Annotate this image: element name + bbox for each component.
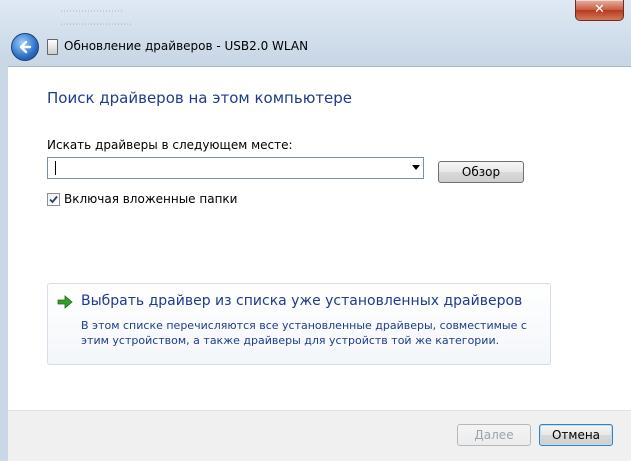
title-bar: Обновление драйверов - USB2.0 WLAN (8, 30, 631, 62)
pick-driver-description: В этом списке перечисляются все установл… (81, 319, 527, 347)
driver-update-window: ⋯⋯⋯⋯⋯⋯⋯ ⋯⋯⋯⋯⋯⋯⋯⋯ ✕ Обновление драйверов … (0, 0, 631, 461)
back-button[interactable] (11, 33, 39, 61)
search-location-input[interactable] (50, 159, 394, 179)
footer-bar: Далее Отмена (8, 410, 631, 461)
chevron-down-icon[interactable] (412, 165, 420, 170)
search-location-combobox[interactable] (47, 157, 424, 179)
content-panel: Поиск драйверов на этом компьютере Искат… (8, 66, 631, 411)
close-button[interactable]: ✕ (575, 0, 624, 21)
checkmark-icon (49, 195, 58, 204)
include-subfolders-label: Включая вложенные папки (64, 192, 238, 206)
cancel-button[interactable]: Отмена (539, 424, 613, 446)
include-subfolders-checkbox[interactable] (47, 193, 60, 206)
browse-button[interactable]: Обзор (438, 161, 524, 183)
green-arrow-icon (57, 295, 73, 309)
search-location-label: Искать драйверы в следующем месте: (47, 138, 293, 152)
text-cursor (55, 161, 56, 175)
pick-driver-title[interactable]: Выбрать драйвер из списка уже установлен… (81, 293, 522, 309)
usb-device-icon (47, 39, 58, 55)
next-button[interactable]: Далее (457, 424, 531, 446)
back-arrow-icon (19, 40, 32, 54)
page-title: Поиск драйверов на этом компьютере (47, 89, 353, 107)
pick-driver-from-list-link[interactable]: Выбрать драйвер из списка уже установлен… (47, 283, 551, 365)
window-title: Обновление драйверов - USB2.0 WLAN (64, 39, 309, 53)
